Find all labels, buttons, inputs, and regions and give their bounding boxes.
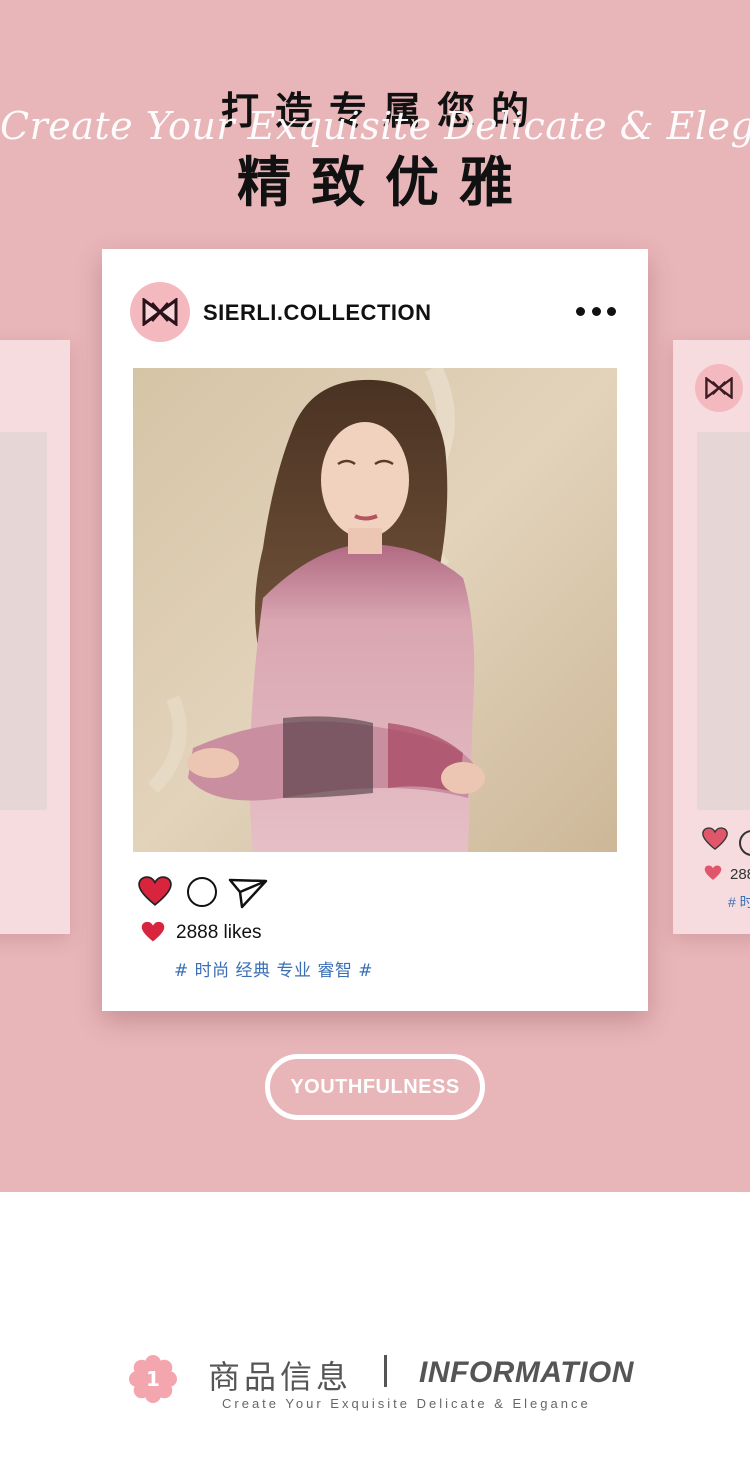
section-title-en: INFORMATION (419, 1356, 634, 1389)
headline-line-2: 精致优雅 (237, 151, 533, 214)
side-post-avatar (695, 364, 743, 412)
likes-count: 2888 likes (176, 922, 262, 943)
hero-banner: 打造专属您的 Create Your Exquisite Delicate & … (0, 0, 750, 1192)
post-photo (133, 368, 617, 852)
sierli-logo-icon (142, 298, 178, 326)
comment-icon[interactable] (187, 877, 217, 907)
side-post-image-right (697, 432, 750, 810)
hashtags[interactable]: # 时尚 经典 专业 睿智 # (174, 956, 373, 981)
post-card: SIERLI.COLLECTION 2888 likes # 时尚 经典 专业 … (102, 249, 648, 1011)
sierli-logo-icon (705, 377, 733, 399)
comment-icon[interactable] (739, 830, 750, 856)
side-post-card-left[interactable] (0, 340, 70, 934)
flower-number-icon: 1 (129, 1355, 177, 1403)
avatar[interactable] (130, 282, 190, 342)
heart-icon[interactable] (138, 876, 172, 907)
model-photo-illustration (133, 368, 617, 852)
section-title-cn: 商品信息 (208, 1358, 353, 1396)
section-number: 1 (146, 1367, 160, 1391)
post-username[interactable]: SIERLI.COLLECTION (203, 300, 432, 326)
heart-icon[interactable] (702, 827, 728, 851)
info-section: 1 商品信息 INFORMATION Create Your Exquisite… (0, 1192, 750, 1461)
more-dots-icon[interactable] (576, 307, 616, 317)
side-post-card-right[interactable]: 288 # 时 (673, 340, 750, 934)
side-post-tags[interactable]: # 时 (728, 892, 750, 912)
heart-icon (704, 865, 722, 880)
send-icon[interactable] (228, 877, 268, 909)
section-subtitle: Create Your Exquisite Delicate & Eleganc… (222, 1396, 591, 1411)
heart-icon (141, 921, 165, 942)
section-divider (384, 1355, 387, 1387)
side-post-likes: 288 (730, 866, 750, 883)
youthfulness-badge[interactable]: YOUTHFULNESS (265, 1054, 485, 1120)
side-post-image-left (0, 432, 47, 810)
